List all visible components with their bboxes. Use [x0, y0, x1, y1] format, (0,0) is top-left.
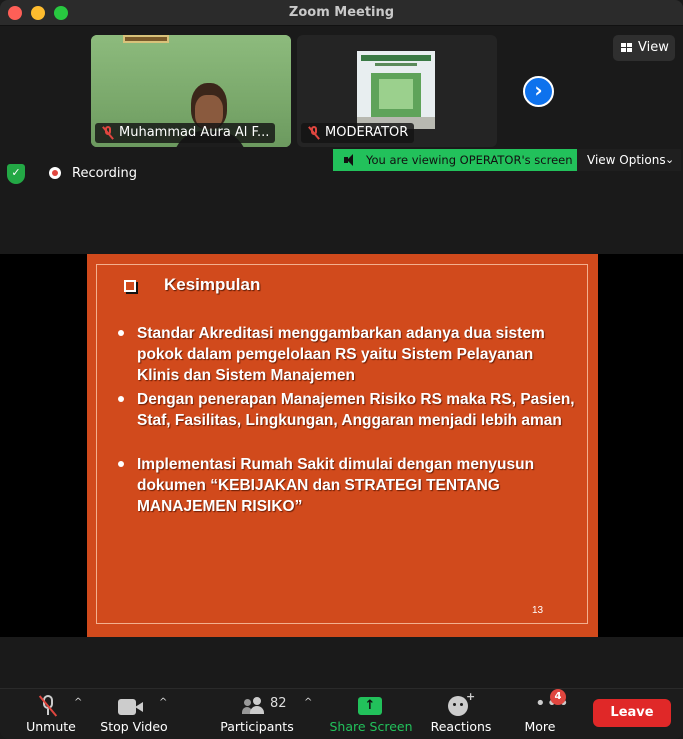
view-options-dropdown[interactable]: View Options ⌄: [577, 149, 681, 171]
share-screen-button[interactable]: ↑ Share Screen: [328, 689, 414, 739]
participant-name: Muhammad Aura Al F...: [119, 125, 270, 140]
slide-bullet: Implementasi Rumah Sakit dimulai dengan …: [118, 454, 577, 517]
security-shield-icon[interactable]: ✓: [7, 164, 25, 184]
video-camera-icon: [118, 699, 144, 715]
share-screen-label: Share Screen: [329, 719, 413, 734]
next-page-arrow-icon[interactable]: ›: [523, 76, 554, 107]
unmute-label: Unmute: [26, 719, 76, 734]
recording-label: Recording: [72, 166, 138, 181]
add-reaction-icon: +: [466, 690, 476, 703]
muted-mic-icon: [307, 126, 321, 140]
viewing-screen-banner: You are viewing OPERATOR's screen: [333, 149, 577, 171]
participants-label: Participants: [220, 719, 294, 734]
presentation-slide: Kesimpulan Standar Akreditasi menggambar…: [87, 254, 598, 637]
muted-mic-icon: [101, 126, 115, 140]
participant-name-tag: Muhammad Aura Al F...: [95, 123, 276, 143]
view-options-label: View Options: [587, 153, 666, 167]
speaker-icon: [344, 154, 356, 166]
wall-frame: [123, 35, 169, 43]
slide-bullet: Standar Akreditasi menggambarkan adanya …: [118, 323, 577, 386]
participants-icon: [242, 697, 268, 715]
checkbox-bullet-icon: [124, 280, 136, 292]
hospital-profile-image: [357, 51, 435, 129]
viewing-screen-text: You are viewing OPERATOR's screen: [366, 153, 573, 167]
participant-count: 82: [270, 696, 287, 711]
video-options-caret-icon[interactable]: ^: [159, 697, 167, 708]
slide-page-number: 13: [532, 605, 544, 616]
grid-view-icon: [621, 43, 632, 52]
reactions-label: Reactions: [430, 719, 492, 734]
zoom-window: Zoom Meeting View Muhammad Aura Al F... …: [0, 0, 683, 739]
slide-heading: Kesimpulan: [164, 275, 261, 294]
chevron-down-icon: ⌄: [665, 153, 675, 166]
participant-name-tag: MODERATOR: [301, 123, 415, 143]
reactions-smiley-icon: [448, 696, 468, 716]
slide-bullet: Dengan penerapan Manajemen Risiko RS mak…: [118, 389, 577, 431]
participants-options-caret-icon[interactable]: ^: [304, 697, 312, 708]
stop-video-label: Stop Video: [100, 719, 168, 734]
unmute-button[interactable]: Unmute: [22, 689, 80, 739]
more-button[interactable]: ••• 4 More: [521, 689, 569, 739]
view-button-label: View: [638, 40, 669, 55]
share-screen-icon: ↑: [358, 697, 382, 715]
muted-microphone-icon: [38, 695, 58, 717]
meeting-toolbar: Unmute ^ Stop Video ^ 82 Participants ^ …: [0, 688, 683, 739]
notification-badge: 4: [550, 689, 566, 705]
window-title: Zoom Meeting: [288, 5, 395, 20]
reactions-button[interactable]: + Reactions: [430, 689, 492, 739]
title-bar: Zoom Meeting: [0, 0, 683, 26]
leave-button[interactable]: Leave: [593, 699, 671, 727]
slide-border: [96, 264, 588, 624]
more-label: More: [524, 719, 556, 734]
participants-button[interactable]: 82 Participants: [218, 689, 296, 739]
view-button[interactable]: View: [613, 35, 675, 61]
participant-name: MODERATOR: [325, 125, 409, 140]
participant-video-tile[interactable]: Muhammad Aura Al F...: [91, 35, 291, 147]
recording-icon: [49, 167, 61, 179]
audio-options-caret-icon[interactable]: ^: [74, 697, 82, 708]
participant-video-tile[interactable]: MODERATOR: [297, 35, 497, 147]
